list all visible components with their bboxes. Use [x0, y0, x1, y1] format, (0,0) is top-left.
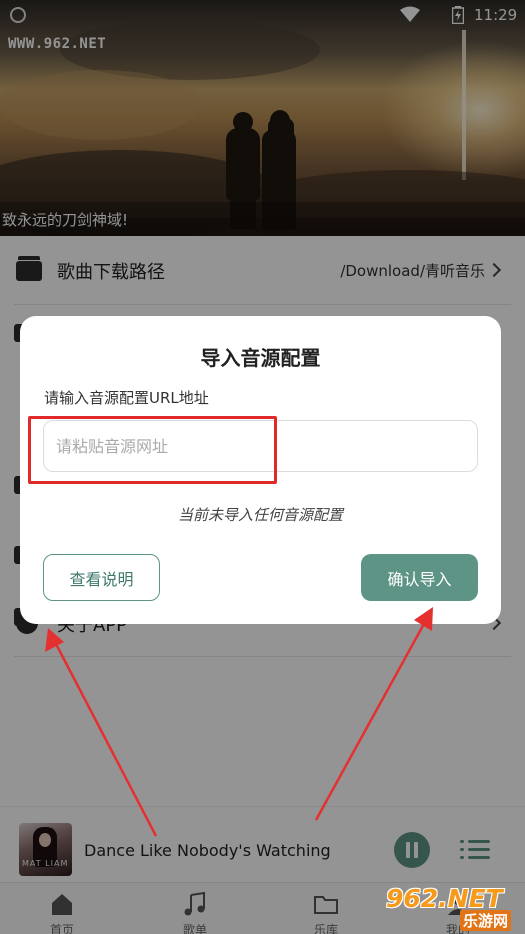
- url-field-label: 请输入音源配置URL地址: [44, 389, 209, 407]
- watermark-logo-main: 962.NET: [386, 884, 503, 913]
- confirm-import-button[interactable]: 确认导入: [361, 554, 478, 601]
- watermark-logo-sub: 乐游网: [460, 910, 512, 931]
- site-logo-watermark: 962.NET 乐游网: [386, 884, 518, 931]
- view-instructions-button[interactable]: 查看说明: [43, 554, 160, 601]
- annotation-highlight-box: [28, 416, 277, 484]
- import-status-text: 当前未导入任何音源配置: [177, 506, 343, 524]
- dialog-title: 导入音源配置: [200, 346, 321, 370]
